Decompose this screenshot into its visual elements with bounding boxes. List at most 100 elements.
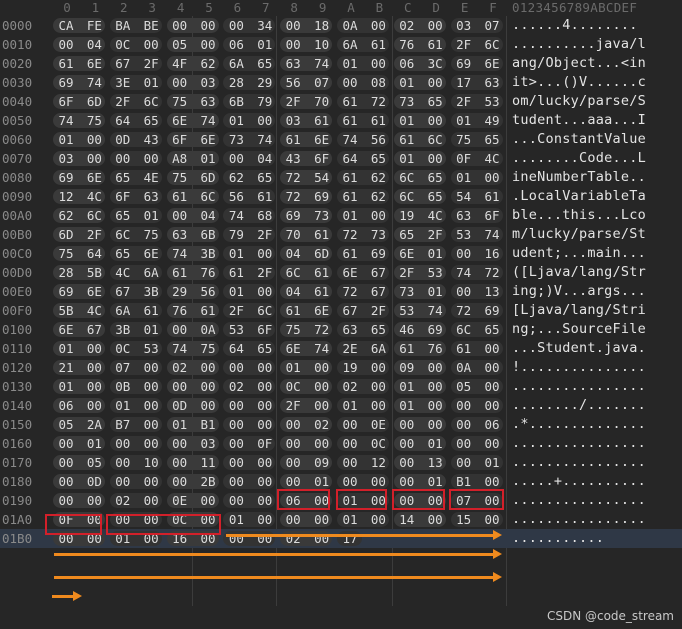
hex-byte[interactable]: 0C [368, 435, 388, 452]
hex-byte[interactable]: 00 [425, 378, 445, 395]
hex-byte[interactable]: 3B [141, 283, 161, 300]
hex-byte[interactable]: 00 [141, 150, 161, 167]
hex-byte[interactable]: 00 [84, 378, 104, 395]
hex-byte[interactable]: 61 [283, 131, 303, 148]
hex-byte[interactable]: 00 [198, 530, 218, 547]
hex-byte[interactable]: 0A [198, 321, 218, 338]
hex-byte[interactable]: 00 [425, 112, 445, 129]
hex-byte[interactable]: 6E [84, 55, 104, 72]
hex-byte[interactable]: 69 [56, 74, 76, 91]
hex-byte[interactable]: 0D [84, 473, 104, 490]
hex-byte[interactable]: 70 [283, 226, 303, 243]
hex-byte[interactable]: 4C [84, 302, 104, 319]
hex-byte[interactable]: 00 [454, 283, 474, 300]
hex-byte[interactable]: 03 [198, 435, 218, 452]
hex-byte[interactable]: 00 [283, 473, 303, 490]
hex-byte[interactable]: 00 [368, 55, 388, 72]
hex-byte[interactable]: 2F [425, 226, 445, 243]
hex-byte[interactable]: 56 [198, 283, 218, 300]
hex-row[interactable]: 0020 61 6E 67 2F 4F 62 6A 65 63 74 01 00 06 3C 69 6E ang/… [0, 54, 682, 73]
hex-byte[interactable]: B1 [198, 416, 218, 433]
hex-byte[interactable]: 00 [482, 511, 502, 528]
hex-byte[interactable]: 01 [226, 511, 246, 528]
hex-byte[interactable]: 61 [312, 112, 332, 129]
hex-byte[interactable]: 2F [397, 264, 417, 281]
hex-row[interactable]: 00D0 28 5B 4C 6A 61 76 61 2F 6C 61 6E 67 2F 53 74 72 ([Lj… [0, 263, 682, 282]
hex-byte[interactable]: 00 [425, 150, 445, 167]
hex-byte[interactable]: 75 [141, 226, 161, 243]
hex-byte[interactable]: 6D [312, 245, 332, 262]
hex-byte[interactable]: 0C [283, 378, 303, 395]
hex-byte[interactable]: 00 [56, 435, 76, 452]
hex-byte[interactable]: 04 [283, 283, 303, 300]
hex-byte[interactable]: 74 [84, 74, 104, 91]
hex-byte[interactable]: 56 [283, 74, 303, 91]
hex-byte[interactable]: 6C [283, 264, 303, 281]
hex-byte[interactable]: 72 [368, 93, 388, 110]
hex-row[interactable]: 0060 01 00 0D 43 6F 6E 73 74 61 6E 74 56 61 6C 75 65 ...C… [0, 130, 682, 149]
hex-byte[interactable]: 61 [170, 188, 190, 205]
hex-byte[interactable]: 01 [454, 169, 474, 186]
hex-byte[interactable]: 02 [283, 530, 303, 547]
hex-byte[interactable]: 00 [56, 454, 76, 471]
hex-byte[interactable]: 00 [170, 321, 190, 338]
hex-byte[interactable]: 10 [141, 454, 161, 471]
hex-byte[interactable]: 53 [141, 340, 161, 357]
hex-byte[interactable]: 4C [425, 207, 445, 224]
hex-byte[interactable]: 6F [170, 131, 190, 148]
hex-byte[interactable]: 29 [255, 74, 275, 91]
ascii-text[interactable]: ......4........ [512, 16, 638, 35]
hex-byte[interactable]: 00 [84, 511, 104, 528]
hex-byte[interactable]: 53 [482, 93, 502, 110]
hex-byte[interactable]: 01 [340, 511, 360, 528]
hex-row[interactable]: 00C0 75 64 65 6E 74 3B 01 00 04 6D 61 69 6E 01 00 16 uden… [0, 244, 682, 263]
hex-byte[interactable]: 67 [368, 264, 388, 281]
hex-byte[interactable]: 28 [56, 264, 76, 281]
hex-byte[interactable]: 00 [226, 359, 246, 376]
hex-byte[interactable]: 00 [226, 454, 246, 471]
hex-byte[interactable]: 28 [226, 74, 246, 91]
hex-byte[interactable]: 00 [226, 473, 246, 490]
hex-byte[interactable]: 00 [454, 397, 474, 414]
hex-row[interactable]: 0130 01 00 0B 00 00 00 02 00 0C 00 02 00 01 00 05 00....… [0, 377, 682, 396]
hex-byte[interactable]: 00 [170, 435, 190, 452]
hex-byte[interactable]: 00 [397, 473, 417, 490]
hex-byte[interactable]: 6A [113, 302, 133, 319]
hex-byte[interactable]: 00 [283, 416, 303, 433]
hex-byte[interactable]: 10 [312, 36, 332, 53]
hex-row[interactable]: 0180 00 0D 00 00 00 2B 00 00 00 01 00 00 00 01 B1 00....… [0, 472, 682, 491]
hex-row[interactable]: 0070 03 00 00 00 A8 01 00 04 43 6F 64 65 01 00 0F 4C....… [0, 149, 682, 168]
hex-byte[interactable]: 73 [312, 207, 332, 224]
hex-row[interactable]: 0050 74 75 64 65 6E 74 01 00 03 61 61 61 01 00 01 49 tude… [0, 111, 682, 130]
hex-byte[interactable]: 61 [397, 340, 417, 357]
hex-byte[interactable]: 00 [340, 454, 360, 471]
hex-byte[interactable]: 00 [141, 435, 161, 452]
hex-byte[interactable]: 00 [84, 131, 104, 148]
hex-byte[interactable]: 74 [226, 207, 246, 224]
hex-byte[interactable]: 00 [255, 473, 275, 490]
hex-byte[interactable]: 00 [113, 454, 133, 471]
hex-byte[interactable]: 6E [56, 321, 76, 338]
hex-byte[interactable]: 01 [84, 435, 104, 452]
hex-byte[interactable]: 06 [226, 36, 246, 53]
hex-byte[interactable]: 65 [425, 93, 445, 110]
hex-byte[interactable]: 00 [397, 454, 417, 471]
hex-byte[interactable]: 0A [340, 17, 360, 34]
hex-byte[interactable]: 69 [56, 169, 76, 186]
hex-byte[interactable]: 12 [368, 454, 388, 471]
hex-byte[interactable]: 56 [368, 131, 388, 148]
hex-byte[interactable]: 06 [56, 397, 76, 414]
hex-byte[interactable]: 6E [397, 245, 417, 262]
hex-byte[interactable]: 00 [482, 397, 502, 414]
hex-byte[interactable]: 65 [397, 226, 417, 243]
hex-row[interactable]: 0000 CA FE BA BE 00 00 00 34 00 18 0A 00 02 00 03 07....… [0, 16, 682, 35]
hex-byte[interactable]: 01 [56, 340, 76, 357]
hex-byte[interactable]: 2F [368, 302, 388, 319]
hex-row[interactable]: 0100 6E 67 3B 01 00 0A 53 6F 75 72 63 65 46 69 6C 65 ng;.… [0, 320, 682, 339]
hex-byte[interactable]: 02 [226, 378, 246, 395]
hex-byte[interactable]: 4C [482, 150, 502, 167]
hex-byte[interactable]: B7 [113, 416, 133, 433]
ascii-text[interactable]: !............... [512, 358, 646, 377]
hex-byte[interactable]: 2F [226, 302, 246, 319]
hex-byte[interactable]: 4C [84, 188, 104, 205]
